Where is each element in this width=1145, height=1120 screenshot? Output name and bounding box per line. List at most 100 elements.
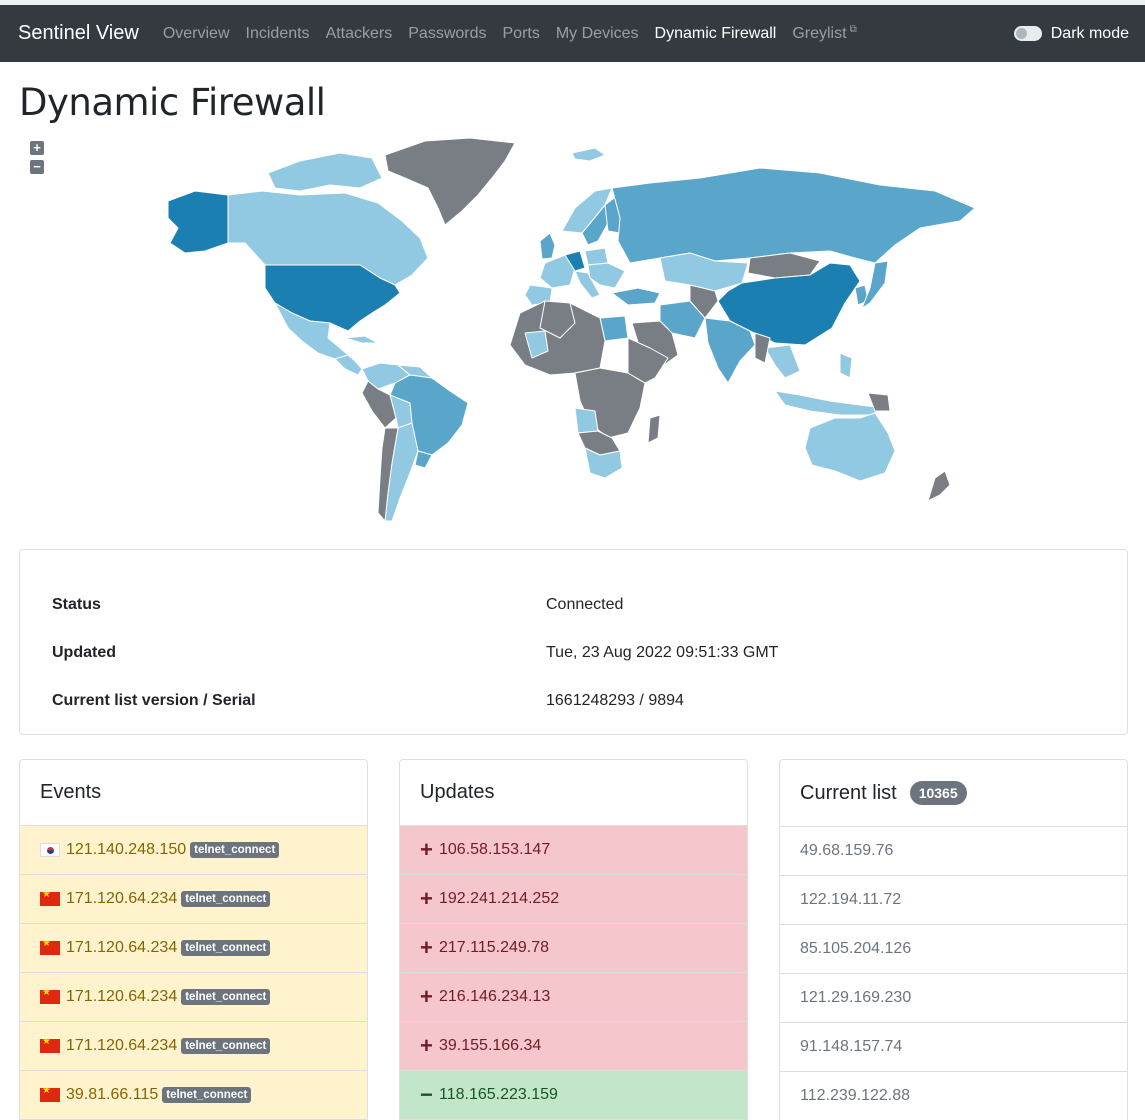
update-ip: 118.165.223.159 xyxy=(439,1086,558,1103)
updated-row: Updated Tue, 23 Aug 2022 09:51:33 GMT xyxy=(52,629,1095,677)
map-country-japan[interactable] xyxy=(861,260,889,309)
event-item: 171.120.64.234telnet_connect xyxy=(20,973,367,1022)
map-country-angola[interactable] xyxy=(574,407,599,434)
event-tag: telnet_connect xyxy=(162,1087,252,1103)
update-item: +192.241.214.252 xyxy=(400,875,747,924)
dark-mode-label: Dark mode xyxy=(1050,24,1129,42)
events-list: 121.140.248.150telnet_connect171.120.64.… xyxy=(20,826,367,1120)
update-item: −118.165.223.159 xyxy=(400,1071,747,1120)
nav-attackers[interactable]: Attackers xyxy=(326,25,393,43)
navbar: Sentinel View Overview Incidents Attacke… xyxy=(0,5,1145,62)
map-country-uk[interactable] xyxy=(539,232,556,260)
map-country-madagascar[interactable] xyxy=(647,414,661,444)
event-ip: 121.140.248.150 xyxy=(66,841,187,858)
event-item: 171.120.64.234telnet_connect xyxy=(20,1022,367,1071)
event-ip: 171.120.64.234 xyxy=(66,890,178,907)
nav-my-devices[interactable]: My Devices xyxy=(556,25,639,43)
cn-flag-icon xyxy=(40,892,60,906)
map-country-mongolia[interactable] xyxy=(747,252,821,279)
brand[interactable]: Sentinel View xyxy=(18,22,139,45)
page-title: Dynamic Firewall xyxy=(19,81,326,124)
map-country-central-america[interactable] xyxy=(334,354,363,376)
map-zoom-controls: + − xyxy=(30,141,44,174)
flag-emblem xyxy=(47,847,54,854)
map-country-poland[interactable] xyxy=(584,247,609,266)
updated-key: Updated xyxy=(52,644,116,661)
map-country-new-zealand[interactable] xyxy=(927,470,951,502)
current-list-item: 85.105.204.126 xyxy=(780,925,1127,974)
plus-icon: + xyxy=(420,935,433,960)
nav-greylist-label: Greylist xyxy=(792,24,847,42)
world-map[interactable]: + − xyxy=(0,133,1145,549)
current-list-item: 112.239.122.88 xyxy=(780,1072,1127,1120)
map-country-myanmar[interactable] xyxy=(754,332,771,364)
current-list-count-badge: 10365 xyxy=(909,781,967,805)
status-key: Status xyxy=(52,596,101,613)
update-ip: 216.146.234.13 xyxy=(439,988,551,1005)
update-ip: 217.115.249.78 xyxy=(439,939,550,956)
version-value: 1661248293 / 9894 xyxy=(546,692,684,709)
event-item: 171.120.64.234telnet_connect xyxy=(20,875,367,924)
updates-card: Updates +106.58.153.147 +192.241.214.252 +… xyxy=(399,759,748,1120)
update-item: +216.146.234.13 xyxy=(400,973,747,1022)
update-ip: 39.155.166.34 xyxy=(439,1037,542,1054)
event-item: 39.81.66.115telnet_connect xyxy=(20,1071,367,1120)
nav-dynamic-firewall[interactable]: Dynamic Firewall xyxy=(655,25,777,43)
update-item: +106.58.153.147 xyxy=(400,826,747,875)
world-map-svg xyxy=(167,137,976,522)
current-list-title: Current list xyxy=(800,781,897,804)
nav-ports[interactable]: Ports xyxy=(503,25,540,43)
toggle-knob xyxy=(1015,28,1027,39)
toggle-switch[interactable] xyxy=(1013,26,1042,41)
zoom-in-button[interactable]: + xyxy=(30,141,44,155)
map-country-russia[interactable] xyxy=(611,167,976,264)
event-tag: telnet_connect xyxy=(181,891,271,907)
map-country-cuba[interactable] xyxy=(344,335,379,344)
cn-flag-icon xyxy=(40,1039,60,1053)
version-key: Current list version / Serial xyxy=(52,692,256,709)
plus-icon: + xyxy=(420,886,433,911)
map-country-alaska[interactable] xyxy=(167,190,229,254)
current-list-item: 121.29.169.230 xyxy=(780,974,1127,1023)
events-title: Events xyxy=(20,760,367,826)
map-country-turkey[interactable] xyxy=(611,287,661,306)
updates-title: Updates xyxy=(400,760,747,826)
event-ip: 171.120.64.234 xyxy=(66,988,178,1005)
current-list-header: Current list 10365 xyxy=(780,760,1127,827)
cn-flag-icon xyxy=(40,990,60,1004)
map-country-philippines[interactable] xyxy=(839,352,853,379)
current-list-items: 49.68.159.76 122.194.11.72 85.105.204.126 1… xyxy=(780,827,1127,1120)
kr-flag-icon xyxy=(40,843,60,857)
plus-icon: + xyxy=(420,837,433,862)
version-row: Current list version / Serial 1661248293… xyxy=(52,677,1095,725)
external-link-icon: ⧉ xyxy=(849,23,857,35)
cn-flag-icon xyxy=(40,941,60,955)
event-ip: 171.120.64.234 xyxy=(66,939,178,956)
status-card: Status Connected Updated Tue, 23 Aug 202… xyxy=(19,549,1128,735)
map-country-australia[interactable] xyxy=(804,412,896,482)
events-card: Events 121.140.248.150telnet_connect171.… xyxy=(19,759,368,1120)
update-item: +39.155.166.34 xyxy=(400,1022,747,1071)
dark-mode-toggle[interactable]: Dark mode xyxy=(1013,24,1129,43)
current-list-item: 49.68.159.76 xyxy=(780,827,1127,876)
update-ip: 106.58.153.147 xyxy=(439,841,551,858)
status-row: Status Connected xyxy=(52,581,1095,629)
nav-greylist[interactable]: Greylist ⧉ xyxy=(792,23,857,43)
current-list-item: 122.194.11.72 xyxy=(780,876,1127,925)
map-country-iceland[interactable] xyxy=(571,147,606,162)
zoom-out-button[interactable]: − xyxy=(30,160,44,174)
nav-overview[interactable]: Overview xyxy=(163,25,230,43)
current-list-card: Current list 10365 49.68.159.76 122.194.1… xyxy=(779,759,1128,1120)
update-item: +217.115.249.78 xyxy=(400,924,747,973)
cn-flag-icon xyxy=(40,1088,60,1102)
map-country-indochina[interactable] xyxy=(764,344,801,379)
nav-incidents[interactable]: Incidents xyxy=(246,25,310,43)
map-country-canada-islands[interactable] xyxy=(267,152,383,192)
map-country-greenland[interactable] xyxy=(384,137,516,226)
event-tag: telnet_connect xyxy=(181,989,271,1005)
event-item: 121.140.248.150 telnet_connect xyxy=(20,826,367,875)
event-item: 171.120.64.234telnet_connect xyxy=(20,924,367,973)
plus-icon: + xyxy=(420,1033,433,1058)
nav-passwords[interactable]: Passwords xyxy=(408,25,486,43)
status-value: Connected xyxy=(546,596,624,613)
